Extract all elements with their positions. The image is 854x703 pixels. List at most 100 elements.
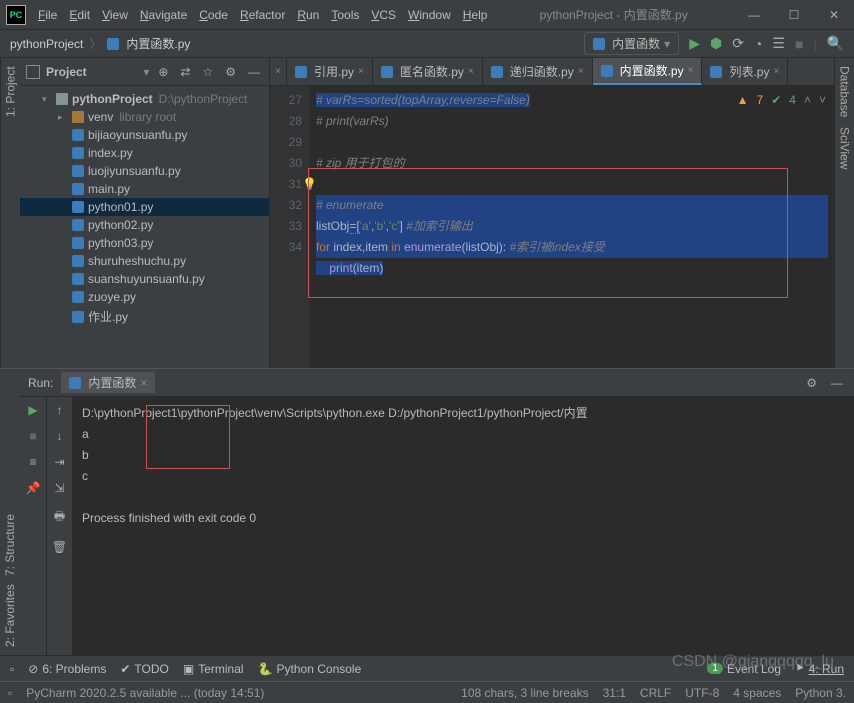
structure-tool-tab[interactable]: 7: Structure xyxy=(3,514,17,576)
status-crlf[interactable]: CRLF xyxy=(640,686,671,700)
status-python[interactable]: Python 3. xyxy=(795,686,846,700)
status-message-icon[interactable]: ▫ xyxy=(8,686,12,700)
tree-file[interactable]: index.py xyxy=(20,144,269,162)
favorites-tool-tab[interactable]: 2: Favorites xyxy=(3,584,17,647)
locate-icon[interactable]: ⊕ xyxy=(155,65,171,79)
print-button[interactable]: 🖶 xyxy=(54,507,65,528)
coverage-button[interactable]: ⟳ xyxy=(732,35,744,52)
python-console-tab[interactable]: 🐍 Python Console xyxy=(258,662,362,676)
close-button[interactable]: ✕ xyxy=(814,1,854,29)
search-button[interactable]: 🔍 xyxy=(827,35,844,52)
debug-button[interactable]: ⬢ xyxy=(710,35,722,52)
menu-vcs[interactable]: VCS xyxy=(365,8,402,22)
todo-tab[interactable]: ✔ TODO xyxy=(120,662,169,676)
close-icon[interactable]: × xyxy=(688,65,694,76)
minimize-button[interactable]: — xyxy=(734,1,774,29)
run-tab-shortcut[interactable]: ⯈ 4: Run xyxy=(795,661,844,676)
run-button[interactable]: ▶ xyxy=(689,35,700,52)
hide-icon[interactable]: — xyxy=(245,65,263,79)
tree-file[interactable]: python02.py xyxy=(20,216,269,234)
tool-window-icon[interactable]: ▫ xyxy=(10,662,14,676)
menu-refactor[interactable]: Refactor xyxy=(234,8,291,22)
menu-tools[interactable]: Tools xyxy=(325,8,365,22)
menu-file[interactable]: File xyxy=(32,8,63,22)
delete-button[interactable]: 🗑 xyxy=(52,540,67,554)
run-tab[interactable]: 内置函数 × xyxy=(61,372,155,393)
close-icon[interactable]: × xyxy=(578,66,584,77)
menu-code[interactable]: Code xyxy=(193,8,234,22)
status-update[interactable]: PyCharm 2020.2.5 available ... (today 14… xyxy=(26,686,264,700)
tree-file[interactable]: suanshuyunsuanfu.py xyxy=(20,270,269,288)
close-icon[interactable]: × xyxy=(140,376,147,390)
tree-file[interactable]: python03.py xyxy=(20,234,269,252)
expand-icon[interactable]: ⇄ xyxy=(177,65,193,79)
editor-tab[interactable]: 内置函数.py× xyxy=(593,58,703,85)
chevron-up-icon[interactable]: ˄ xyxy=(804,90,811,111)
tree-file-label: python03.py xyxy=(88,236,153,250)
project-tree[interactable]: ▾ pythonProject D:\pythonProject ▸ venv … xyxy=(20,86,269,331)
tree-venv[interactable]: ▸ venv library root xyxy=(20,108,269,126)
down-button[interactable]: ↓ xyxy=(57,429,63,443)
gear-icon[interactable]: ⚙ xyxy=(803,376,820,390)
editor-tab[interactable]: 递归函数.py× xyxy=(483,58,593,85)
collapse-icon[interactable]: ☆ xyxy=(199,65,216,79)
menu-edit[interactable]: Edit xyxy=(63,8,96,22)
menu-run[interactable]: Run xyxy=(291,8,325,22)
hide-icon[interactable]: — xyxy=(828,376,846,390)
event-log-tab[interactable]: 1 Event Log xyxy=(707,662,781,676)
lightbulb-icon[interactable]: 💡 xyxy=(302,174,317,195)
menu-help[interactable]: Help xyxy=(457,8,494,22)
tree-root[interactable]: ▾ pythonProject D:\pythonProject xyxy=(20,90,269,108)
sciview-tool-tab[interactable]: SciView xyxy=(838,127,852,169)
tree-file[interactable]: shuruheshuchu.py xyxy=(20,252,269,270)
menu-view[interactable]: View xyxy=(96,8,134,22)
tab-overflow[interactable]: × xyxy=(270,58,287,85)
up-button[interactable]: ↑ xyxy=(57,403,63,417)
layout-button[interactable]: ≡ xyxy=(29,455,36,469)
editor-tab[interactable]: 匿名函数.py× xyxy=(373,58,483,85)
breadcrumb-file[interactable]: 内置函数.py xyxy=(126,35,190,52)
chevron-down-icon[interactable]: ˅ xyxy=(819,90,826,111)
console-output[interactable]: D:\pythonProject1\pythonProject\venv\Scr… xyxy=(72,397,854,655)
chevron-down-icon[interactable]: ▾ xyxy=(143,65,149,79)
terminal-tab[interactable]: ▣ Terminal xyxy=(183,662,244,676)
left-tool-rail-bottom[interactable]: 2: Favorites 7: Structure xyxy=(0,369,20,655)
breadcrumb-project[interactable]: pythonProject xyxy=(10,37,83,51)
close-icon[interactable]: × xyxy=(358,66,364,77)
problems-tab[interactable]: ⊘ 6: Problems xyxy=(28,662,106,676)
tree-file[interactable]: bijiaoyunsuanfu.py xyxy=(20,126,269,144)
tree-file[interactable]: main.py xyxy=(20,180,269,198)
gutter-line: 28 xyxy=(270,111,302,132)
tree-file[interactable]: zuoye.py xyxy=(20,288,269,306)
right-tool-rail[interactable]: Database SciView xyxy=(834,58,854,368)
gear-icon[interactable]: ⚙ xyxy=(222,65,239,79)
wrap-button[interactable]: ⇥ xyxy=(54,455,64,469)
scroll-button[interactable]: ⇲ xyxy=(54,481,64,495)
tree-file[interactable]: python01.py xyxy=(20,198,269,216)
maximize-button[interactable]: ☐ xyxy=(774,1,814,29)
database-tool-tab[interactable]: Database xyxy=(838,66,852,117)
editor-tab[interactable]: 引用.py× xyxy=(287,58,373,85)
status-indent[interactable]: 4 spaces xyxy=(733,686,781,700)
code-content[interactable]: ▲7 ✔4 ˄ ˅ # varRs=sorted(topArray,revers… xyxy=(310,86,834,368)
tree-file[interactable]: luojiyunsuanfu.py xyxy=(20,162,269,180)
rerun-button[interactable]: ▶ xyxy=(28,403,37,417)
editor-body[interactable]: 2728293031323334. ▲7 ✔4 ˄ ˅ # varRs=sort… xyxy=(270,86,834,368)
left-tool-rail[interactable]: 1: Project xyxy=(0,58,20,368)
concurrency-button[interactable]: ☰ xyxy=(772,35,785,52)
stop-button[interactable]: ■ xyxy=(795,36,803,52)
run-config-select[interactable]: 内置函数 ▾ xyxy=(584,32,679,55)
stop-button[interactable]: ■ xyxy=(29,429,36,443)
status-encoding[interactable]: UTF-8 xyxy=(685,686,719,700)
profile-button[interactable]: ◔ xyxy=(754,36,762,52)
status-pos[interactable]: 31:1 xyxy=(603,686,626,700)
menu-navigate[interactable]: Navigate xyxy=(134,8,193,22)
project-tool-tab[interactable]: 1: Project xyxy=(4,66,18,117)
inspection-widget[interactable]: ▲7 ✔4 ˄ ˅ xyxy=(737,90,826,111)
pin-button[interactable]: 📌 xyxy=(26,481,41,495)
tree-file[interactable]: 作业.py xyxy=(20,306,269,327)
menu-window[interactable]: Window xyxy=(402,8,457,22)
editor-tab[interactable]: 列表.py× xyxy=(702,58,788,85)
close-icon[interactable]: × xyxy=(773,66,779,77)
close-icon[interactable]: × xyxy=(468,66,474,77)
